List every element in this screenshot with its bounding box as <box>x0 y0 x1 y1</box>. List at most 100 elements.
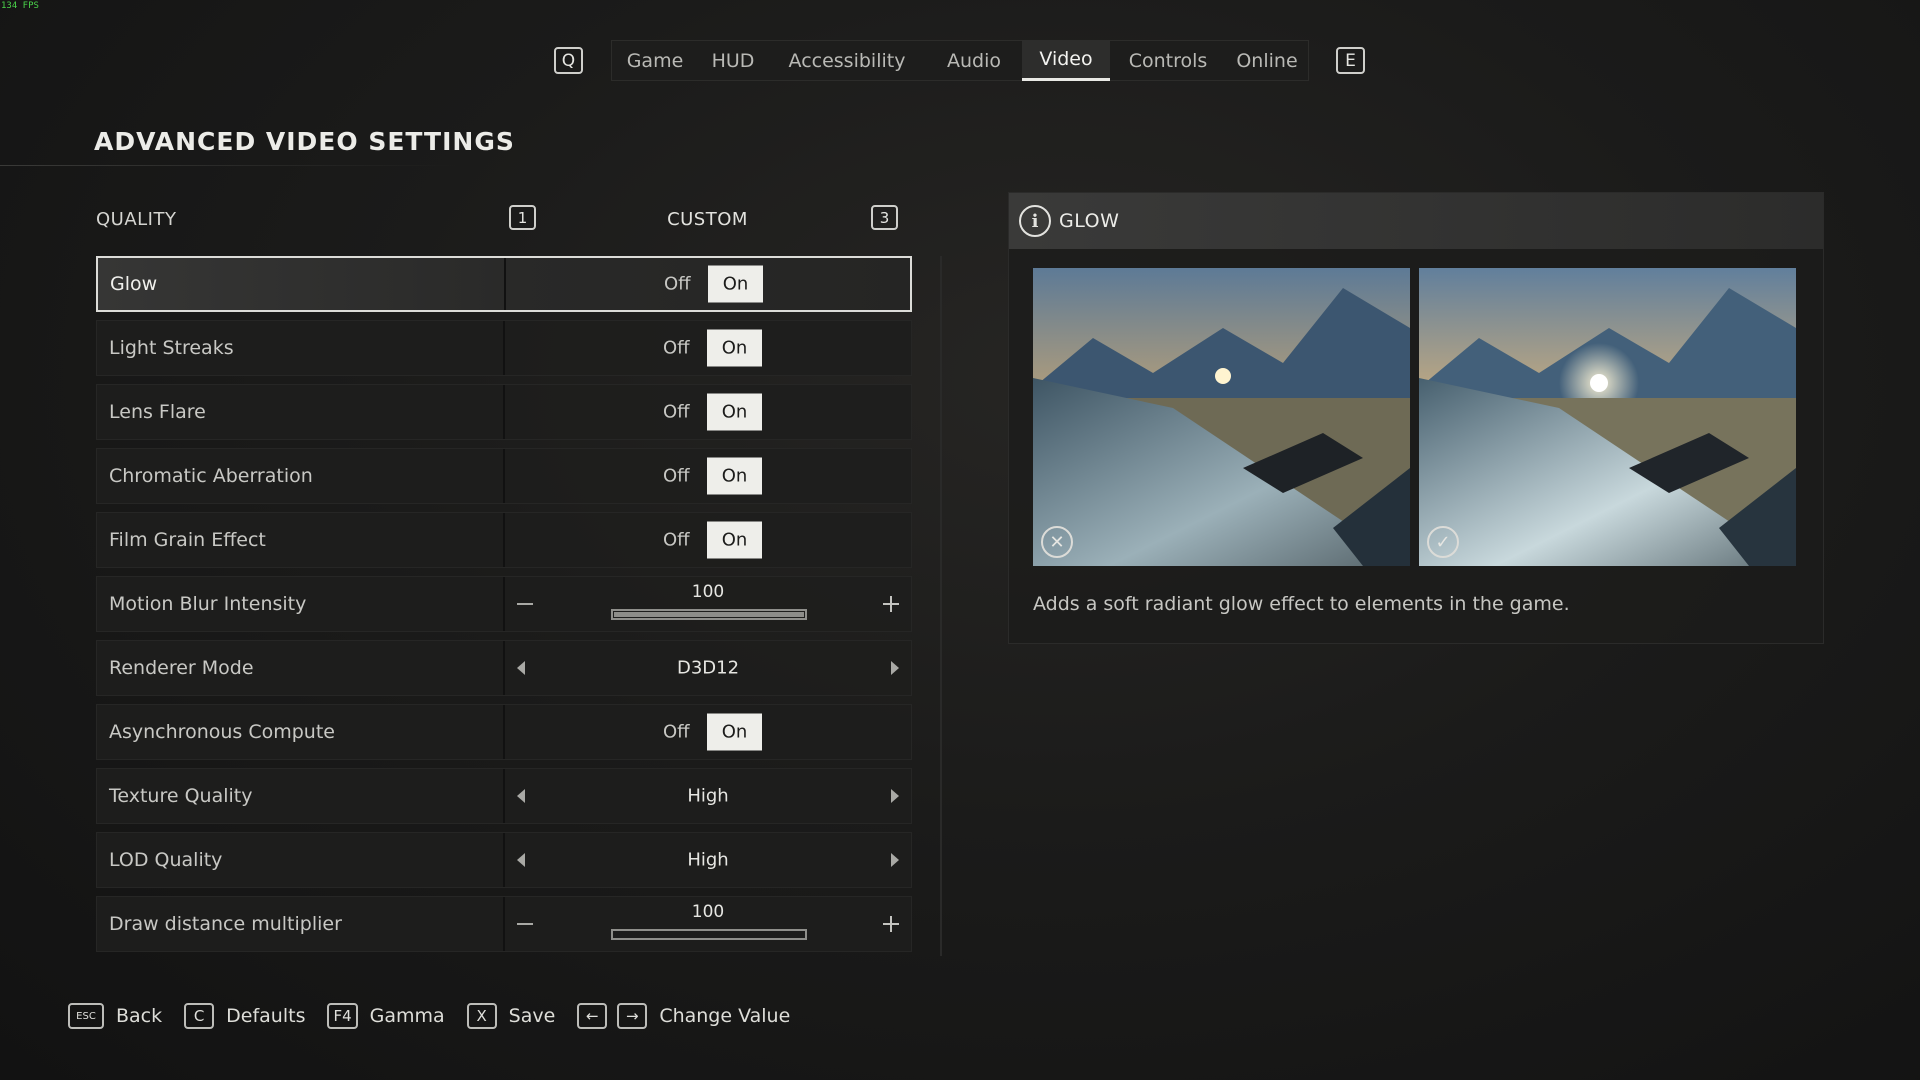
tab-game[interactable]: Game <box>612 40 698 81</box>
next-option-icon[interactable] <box>891 853 899 867</box>
setting-row-film-grain[interactable]: Film Grain Effect Off On <box>96 512 912 568</box>
setting-row-light-streaks[interactable]: Light Streaks Off On <box>96 320 912 376</box>
setting-row-glow[interactable]: Glow Off On <box>96 256 912 312</box>
settings-scrollbar[interactable] <box>940 256 942 956</box>
footer-key-hints: ESC Back C Defaults F4 Gamma X Save ← → … <box>68 1003 812 1029</box>
toggle-off-option[interactable]: Off <box>664 274 691 295</box>
setting-label: Chromatic Aberration <box>97 449 505 503</box>
quality-prev-key[interactable]: 1 <box>509 205 536 230</box>
next-tab-key[interactable]: E <box>1336 47 1365 74</box>
setting-row-chromatic-aberration[interactable]: Chromatic Aberration Off On <box>96 448 912 504</box>
toggle-control[interactable]: Off On <box>506 258 910 310</box>
toggle-control[interactable]: Off On <box>505 321 911 375</box>
slider-value: 100 <box>691 582 725 602</box>
back-button[interactable]: Back <box>116 1005 162 1027</box>
setting-row-draw-distance-multiplier[interactable]: Draw distance multiplier 100 <box>96 896 912 952</box>
setting-label: Glow <box>98 258 506 310</box>
info-title: GLOW <box>1059 210 1120 232</box>
increase-icon[interactable] <box>883 596 899 612</box>
slider-control[interactable]: 100 <box>505 577 911 631</box>
slider-track[interactable] <box>611 609 807 620</box>
toggle-off-option[interactable]: Off <box>663 530 690 551</box>
setting-label: Renderer Mode <box>97 641 505 695</box>
toggle-on-option[interactable]: On <box>707 713 762 751</box>
settings-tab-bar: Game HUD Accessibility Audio Video Contr… <box>611 40 1309 81</box>
setting-label: Motion Blur Intensity <box>97 577 505 631</box>
setting-label: Lens Flare <box>97 385 505 439</box>
gamma-button[interactable]: Gamma <box>370 1005 445 1027</box>
toggle-on-option[interactable]: On <box>707 393 762 431</box>
prev-tab-key[interactable]: Q <box>554 47 583 74</box>
tab-hud[interactable]: HUD <box>698 40 768 81</box>
toggle-control[interactable]: Off On <box>505 449 911 503</box>
setting-label: Film Grain Effect <box>97 513 505 567</box>
selector-control[interactable]: D3D12 <box>505 641 911 695</box>
page-title: ADVANCED VIDEO SETTINGS <box>94 127 515 156</box>
toggle-off-option[interactable]: Off <box>663 402 690 423</box>
setting-row-lod-quality[interactable]: LOD Quality High <box>96 832 912 888</box>
preview-image-on: ✓ <box>1419 268 1796 566</box>
setting-label: LOD Quality <box>97 833 505 887</box>
toggle-off-option[interactable]: Off <box>663 722 690 743</box>
quality-label: QUALITY <box>96 209 177 230</box>
next-option-icon[interactable] <box>891 789 899 803</box>
tab-online[interactable]: Online <box>1226 40 1308 81</box>
selector-control[interactable]: High <box>505 833 911 887</box>
save-button[interactable]: Save <box>509 1005 556 1027</box>
setting-row-lens-flare[interactable]: Lens Flare Off On <box>96 384 912 440</box>
info-panel-header: i GLOW <box>1009 193 1823 249</box>
c-key[interactable]: C <box>184 1003 215 1029</box>
toggle-on-option[interactable]: On <box>707 521 762 559</box>
setting-label: Asynchronous Compute <box>97 705 505 759</box>
selector-value: High <box>687 785 729 807</box>
setting-row-asynchronous-compute[interactable]: Asynchronous Compute Off On <box>96 704 912 760</box>
setting-label: Draw distance multiplier <box>97 897 505 951</box>
quality-next-key[interactable]: 3 <box>871 205 898 230</box>
arrow-right-icon[interactable]: → <box>617 1003 648 1029</box>
settings-list: Glow Off On Light Streaks Off On Lens Fl… <box>96 256 912 960</box>
slider-track[interactable] <box>611 929 807 940</box>
toggle-off-option[interactable]: Off <box>663 338 690 359</box>
decrease-icon[interactable] <box>517 603 533 605</box>
setting-row-texture-quality[interactable]: Texture Quality High <box>96 768 912 824</box>
tab-controls[interactable]: Controls <box>1110 40 1226 81</box>
info-icon: i <box>1019 205 1051 237</box>
tab-accessibility[interactable]: Accessibility <box>768 40 926 81</box>
toggle-on-option[interactable]: On <box>708 265 763 303</box>
selector-value: D3D12 <box>676 657 740 679</box>
check-circle-icon: ✓ <box>1427 526 1459 558</box>
preview-image-off: ✕ <box>1033 268 1410 566</box>
setting-label: Light Streaks <box>97 321 505 375</box>
toggle-off-option[interactable]: Off <box>663 466 690 487</box>
increase-icon[interactable] <box>883 916 899 932</box>
tab-video[interactable]: Video <box>1022 40 1110 81</box>
x-key[interactable]: X <box>466 1003 497 1029</box>
slider-control[interactable]: 100 <box>505 897 911 951</box>
setting-info-panel: i GLOW ✕ ✓ Adds a soft radiant glow effe… <box>1008 192 1824 644</box>
setting-row-renderer-mode[interactable]: Renderer Mode D3D12 <box>96 640 912 696</box>
quality-preset-value: CUSTOM <box>667 209 748 230</box>
f4-key[interactable]: F4 <box>327 1003 358 1029</box>
fps-counter: 134 FPS <box>1 1 39 11</box>
x-circle-icon: ✕ <box>1041 526 1073 558</box>
slider-fill <box>614 612 804 617</box>
toggle-on-option[interactable]: On <box>707 329 762 367</box>
arrow-left-icon[interactable]: ← <box>577 1003 608 1029</box>
defaults-button[interactable]: Defaults <box>226 1005 305 1027</box>
setting-label: Texture Quality <box>97 769 505 823</box>
toggle-on-option[interactable]: On <box>707 457 762 495</box>
slider-value: 100 <box>691 902 725 922</box>
change-value-button[interactable]: Change Value <box>659 1005 790 1027</box>
selector-control[interactable]: High <box>505 769 911 823</box>
esc-key[interactable]: ESC <box>68 1003 104 1029</box>
toggle-control[interactable]: Off On <box>505 705 911 759</box>
toggle-control[interactable]: Off On <box>505 385 911 439</box>
selector-value: High <box>687 849 729 871</box>
tab-audio[interactable]: Audio <box>926 40 1022 81</box>
setting-row-motion-blur-intensity[interactable]: Motion Blur Intensity 100 <box>96 576 912 632</box>
title-divider <box>0 165 460 166</box>
info-description: Adds a soft radiant glow effect to eleme… <box>1033 593 1570 615</box>
toggle-control[interactable]: Off On <box>505 513 911 567</box>
next-option-icon[interactable] <box>891 661 899 675</box>
decrease-icon[interactable] <box>517 923 533 925</box>
